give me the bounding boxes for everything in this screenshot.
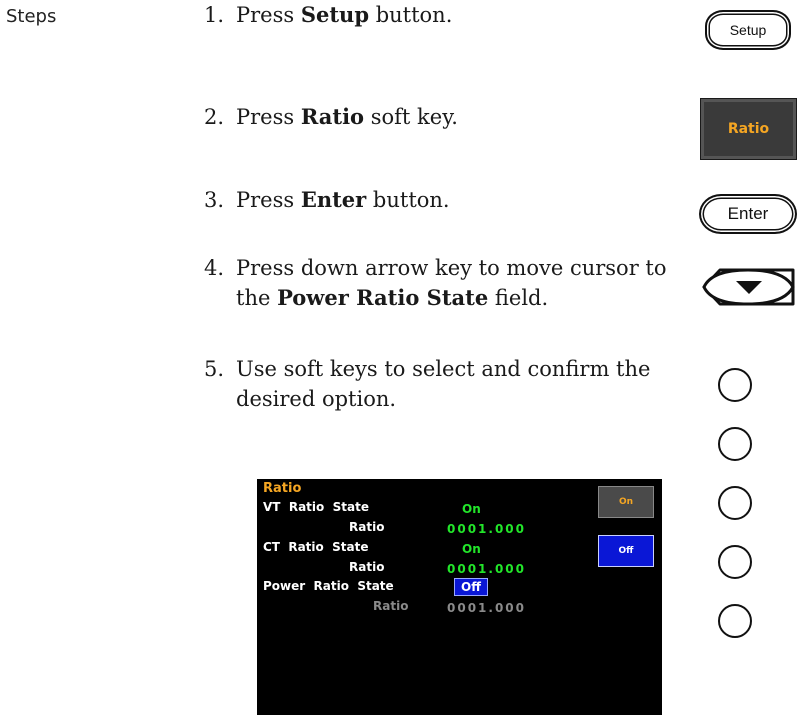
step-number: 2. bbox=[204, 105, 225, 129]
steps-label: Steps bbox=[6, 6, 57, 27]
screen-title: Ratio bbox=[263, 481, 302, 496]
step-1: 1. Press Setup button. bbox=[204, 0, 674, 30]
on-softkey[interactable]: On bbox=[598, 486, 654, 518]
power-ratio-value: 0001.000 bbox=[447, 601, 527, 615]
power-ratio-state-value[interactable]: Off bbox=[454, 578, 488, 596]
vt-ratio-label: Ratio bbox=[349, 520, 385, 534]
round-soft-key-icon[interactable] bbox=[718, 368, 752, 402]
step-5: 5. Use soft keys to select and confirm t… bbox=[204, 354, 674, 414]
ct-ratio-value: 0001.000 bbox=[447, 562, 527, 576]
ratio-softkey[interactable]: Ratio bbox=[700, 98, 797, 160]
step-number: 5. bbox=[204, 357, 225, 381]
round-soft-key-icon[interactable] bbox=[718, 486, 752, 520]
setup-button[interactable]: Setup bbox=[705, 10, 791, 50]
step-number: 1. bbox=[204, 3, 225, 27]
round-soft-key-icon[interactable] bbox=[718, 604, 752, 638]
step-text: Use soft keys to select and confirm the … bbox=[236, 357, 651, 411]
ct-ratio-state-label: CT Ratio State bbox=[263, 540, 369, 554]
step-number: 4. bbox=[204, 256, 225, 280]
step-3: 3. Press Enter button. bbox=[204, 185, 674, 215]
vt-ratio-state-value: On bbox=[462, 502, 481, 516]
round-soft-key-icon[interactable] bbox=[718, 545, 752, 579]
power-ratio-state-label: Power Ratio State bbox=[263, 579, 394, 593]
step-text: Press Setup button. bbox=[236, 2, 453, 27]
power-ratio-label: Ratio bbox=[373, 599, 409, 613]
vt-ratio-state-label: VT Ratio State bbox=[263, 500, 369, 514]
off-softkey[interactable]: Off bbox=[598, 535, 654, 567]
ct-ratio-label: Ratio bbox=[349, 560, 385, 574]
ct-ratio-state-value: On bbox=[462, 542, 481, 556]
step-text: Press down arrow key to move cursor to t… bbox=[236, 256, 667, 310]
vt-ratio-value: 0001.000 bbox=[447, 522, 527, 536]
round-soft-keys bbox=[718, 368, 754, 640]
step-number: 3. bbox=[204, 188, 225, 212]
step-text: Press Enter button. bbox=[236, 187, 450, 212]
step-2: 2. Press Ratio soft key. bbox=[204, 102, 674, 132]
step-4: 4. Press down arrow key to move cursor t… bbox=[204, 253, 674, 313]
ratio-screen: Ratio VT Ratio State On Ratio 0001.000 C… bbox=[257, 479, 662, 715]
enter-button[interactable]: Enter bbox=[699, 194, 797, 234]
step-text: Press Ratio soft key. bbox=[236, 104, 458, 129]
round-soft-key-icon[interactable] bbox=[718, 427, 752, 461]
down-arrow-key-icon[interactable] bbox=[700, 266, 797, 308]
